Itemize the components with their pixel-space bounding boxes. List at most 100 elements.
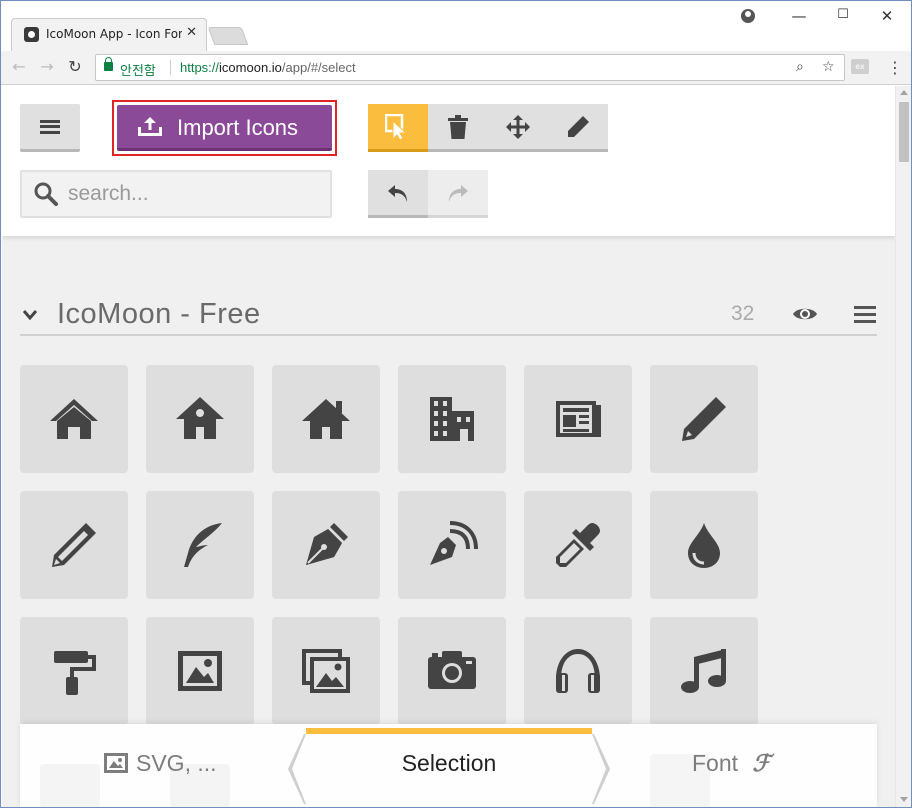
chevron-down-icon[interactable] (23, 308, 37, 322)
glyph-eyedropper[interactable] (524, 491, 632, 599)
glyph-quill[interactable] (146, 491, 254, 599)
import-icons-label: Import Icons (177, 115, 299, 140)
generate-font-button[interactable]: Font ℱ (692, 750, 771, 777)
secure-label: 안전함 (120, 64, 156, 79)
icon-set-count: 32 (731, 302, 755, 325)
glyph-blog[interactable] (398, 491, 506, 599)
home3-icon (302, 399, 350, 439)
eye-icon[interactable] (792, 305, 818, 323)
address-bar[interactable]: 안전함 https://icomoon.io/app/#/select ⌕ ☆ (95, 54, 845, 81)
bookmark-star-icon[interactable]: ☆ (822, 59, 835, 75)
history-group (368, 170, 488, 218)
newspaper-icon (556, 401, 601, 437)
maximize-button[interactable]: ☐ (833, 7, 853, 22)
tool-group (368, 104, 608, 152)
edit-tool-button[interactable] (548, 104, 608, 152)
glyph-image[interactable] (146, 617, 254, 725)
glyph-pencil2[interactable] (20, 491, 128, 599)
omnibox-separator (170, 60, 171, 75)
glyph-images[interactable] (272, 617, 380, 725)
pen-icon (306, 523, 348, 565)
browser-tab[interactable]: IcoMoon App - Icon Font ✕ (11, 18, 207, 51)
font-f-icon: ℱ (752, 750, 771, 777)
import-icons-button[interactable]: Import Icons (117, 105, 332, 151)
headphones-icon (556, 649, 600, 693)
eyedropper-icon (556, 523, 600, 567)
url-text[interactable]: https://icomoon.io/app/#/select (180, 60, 356, 75)
home-icon (50, 399, 98, 439)
browser-window: IcoMoon App - Icon Font ✕ — ☐ ✕ ← → ↻ 안전… (0, 0, 912, 808)
ghost-glyph (40, 764, 100, 807)
pencil2-icon (52, 523, 96, 567)
back-button[interactable]: ← (9, 57, 29, 76)
import-highlight-frame: Import Icons (112, 100, 337, 156)
images-icon (302, 649, 350, 693)
glyph-pencil[interactable] (650, 365, 758, 473)
glyph-camera[interactable] (398, 617, 506, 725)
glyph-pen[interactable] (272, 491, 380, 599)
glyph-droplet[interactable] (650, 491, 758, 599)
paint-format-icon (54, 651, 96, 695)
search-icon (34, 182, 58, 206)
left-chevron-icon (288, 734, 306, 804)
forward-button[interactable]: → (37, 57, 57, 76)
minimize-button[interactable]: — (789, 7, 809, 25)
undo-icon (388, 184, 407, 202)
glyph-music[interactable] (650, 617, 758, 725)
account-icon[interactable] (741, 9, 755, 23)
selection-indicator (306, 728, 592, 734)
pencil-icon (568, 115, 589, 137)
generate-svg-button[interactable]: SVG, ... (104, 750, 217, 777)
icon-set-header: IcoMoon - Free 32 (20, 296, 877, 336)
page-scrollbar[interactable] (895, 86, 911, 807)
pointer-icon (385, 113, 408, 140)
pencil-icon (682, 397, 726, 441)
search-box[interactable] (20, 170, 332, 218)
search-input[interactable] (68, 180, 318, 208)
zoom-icon[interactable]: ⌕ (796, 59, 804, 75)
right-chevron-icon (592, 734, 610, 804)
quill-icon (184, 523, 222, 567)
icomoon-favicon-icon (24, 27, 39, 42)
upload-icon (138, 117, 162, 136)
glyph-home3[interactable] (272, 365, 380, 473)
selection-label: Selection (401, 750, 497, 776)
lock-icon (104, 57, 113, 71)
icon-set-title: IcoMoon - Free (57, 298, 261, 330)
reload-button[interactable]: ↻ (65, 57, 85, 76)
home2-icon (176, 397, 224, 439)
extension-icon[interactable]: ex (851, 59, 869, 74)
browser-menu-icon[interactable]: ⋮ (887, 58, 903, 77)
new-tab-button[interactable] (207, 27, 249, 45)
image-icon (104, 753, 128, 773)
main-menu-button[interactable] (20, 104, 80, 152)
blog-icon (430, 521, 478, 565)
close-window-button[interactable]: ✕ (877, 7, 897, 25)
scroll-up-arrow-icon[interactable] (900, 90, 908, 95)
redo-button[interactable] (428, 170, 488, 218)
selection-tab[interactable]: Selection (306, 724, 592, 807)
title-bar: IcoMoon App - Icon Font ✕ — ☐ ✕ (1, 1, 911, 51)
move-tool-button[interactable] (488, 104, 548, 152)
select-tool-button[interactable] (368, 104, 428, 152)
url-scheme: https:// (180, 60, 220, 75)
undo-button[interactable] (368, 170, 428, 218)
image-icon (178, 651, 222, 691)
glyph-paint-format[interactable] (20, 617, 128, 725)
tab-close-icon[interactable]: ✕ (186, 25, 197, 40)
redo-icon (449, 184, 468, 202)
scroll-thumb[interactable] (899, 102, 909, 162)
scroll-down-arrow-icon[interactable] (900, 797, 908, 802)
font-label: Font (692, 750, 739, 776)
set-menu-icon[interactable] (854, 306, 876, 323)
delete-tool-button[interactable] (428, 104, 488, 152)
glyph-newspaper[interactable] (524, 365, 632, 473)
url-host: icomoon.io (219, 60, 282, 75)
office-icon (430, 397, 474, 441)
browser-toolbar: ← → ↻ 안전함 https://icomoon.io/app/#/selec… (1, 51, 911, 85)
glyph-headphones[interactable] (524, 617, 632, 725)
hamburger-icon (40, 119, 60, 134)
glyph-office[interactable] (398, 365, 506, 473)
glyph-home2[interactable] (146, 365, 254, 473)
glyph-home[interactable] (20, 365, 128, 473)
